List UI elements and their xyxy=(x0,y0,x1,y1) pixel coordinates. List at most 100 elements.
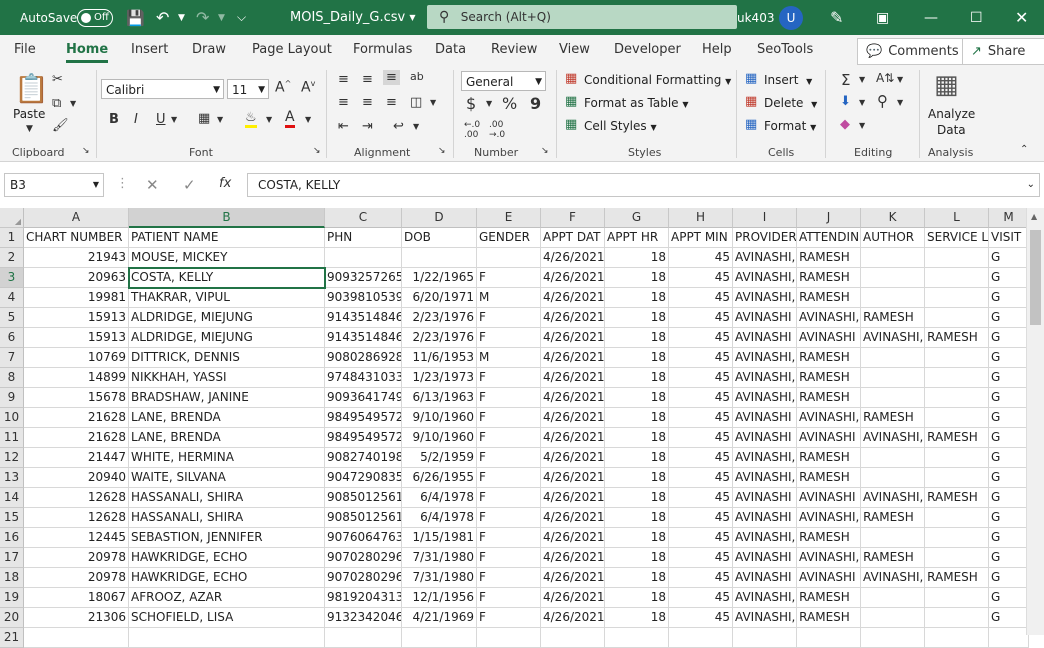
cell-c2[interactable] xyxy=(325,248,402,268)
cell-m18[interactable]: G xyxy=(989,568,1029,588)
cell-l2[interactable] xyxy=(925,248,989,268)
cell-g6[interactable]: 18 xyxy=(605,328,669,348)
cell-m5[interactable]: G xyxy=(989,308,1029,328)
tab-developer[interactable]: Developer xyxy=(614,35,681,66)
cell-m4[interactable]: G xyxy=(989,288,1029,308)
cell-styles-icon[interactable]: ▦ xyxy=(565,117,577,132)
cell-l3[interactable] xyxy=(925,268,989,288)
cell-g1[interactable]: APPT HR xyxy=(605,228,669,248)
insert-function-button[interactable]: fx xyxy=(219,176,231,191)
cell-i3[interactable]: AVINASHI, RAMESH xyxy=(733,268,850,288)
cell-g21[interactable] xyxy=(605,628,669,648)
copy-icon[interactable]: ⧉ xyxy=(52,96,61,111)
autosave-toggle[interactable]: Off xyxy=(77,0,113,35)
cell-b18[interactable]: HAWKRIDGE, ECHO xyxy=(129,568,325,588)
paste-dropdown-icon[interactable]: ▼ xyxy=(26,124,33,134)
wrap-text-icon[interactable]: ↩ xyxy=(393,119,404,134)
align-right-icon[interactable]: ≡ xyxy=(386,95,397,110)
cell-c1[interactable]: PHN xyxy=(325,228,402,248)
formula-input[interactable]: COSTA, KELLY ⌄ xyxy=(247,173,1040,197)
cell-styles-button[interactable]: Cell Styles ▼ xyxy=(584,119,657,133)
format-as-table-button[interactable]: Format as Table ▼ xyxy=(584,96,689,110)
cell-c3[interactable]: 9093257265 xyxy=(325,268,402,288)
cell-b15[interactable]: HASSANALI, SHIRA xyxy=(129,508,325,528)
cell-f19[interactable]: 4/26/2021 xyxy=(541,588,605,608)
cell-g16[interactable]: 18 xyxy=(605,528,669,548)
cell-f6[interactable]: 4/26/2021 xyxy=(541,328,605,348)
cell-m2[interactable]: G xyxy=(989,248,1029,268)
cell-h17[interactable]: 45 xyxy=(669,548,733,568)
cell-d15[interactable]: 6/4/1978 xyxy=(402,508,477,528)
tab-seotools[interactable]: SeoTools xyxy=(757,35,813,66)
cell-d18[interactable]: 7/31/1980 xyxy=(402,568,477,588)
italic-button[interactable]: I xyxy=(134,112,138,127)
cell-b20[interactable]: SCHOFIELD, LISA xyxy=(129,608,325,628)
cell-a17[interactable]: 20978 xyxy=(24,548,129,568)
font-color-dropdown-icon[interactable]: ▼ xyxy=(305,115,311,124)
file-name[interactable]: MOIS_Daily_G.csv ▼ xyxy=(290,0,416,35)
tab-help[interactable]: Help xyxy=(702,35,732,66)
cell-a18[interactable]: 20978 xyxy=(24,568,129,588)
cell-b3[interactable]: COSTA, KELLY xyxy=(129,268,325,288)
cell-a10[interactable]: 21628 xyxy=(24,408,129,428)
cell-d21[interactable] xyxy=(402,628,477,648)
row-header[interactable]: 14 xyxy=(0,488,24,508)
cell-f9[interactable]: 4/26/2021 xyxy=(541,388,605,408)
cell-i2[interactable]: AVINASHI, RAMESH xyxy=(733,248,850,268)
cell-k19[interactable] xyxy=(861,588,925,608)
row-header[interactable]: 21 xyxy=(0,628,24,648)
decrease-font-icon[interactable]: Av xyxy=(301,79,315,96)
cell-d16[interactable]: 1/15/1981 xyxy=(402,528,477,548)
redo-dropdown-icon[interactable]: ▼ xyxy=(218,0,225,35)
cell-f15[interactable]: 4/26/2021 xyxy=(541,508,605,528)
cell-m15[interactable]: G xyxy=(989,508,1029,528)
cell-h11[interactable]: 45 xyxy=(669,428,733,448)
save-icon[interactable]: 💾 xyxy=(126,0,145,35)
cell-e21[interactable] xyxy=(477,628,541,648)
tab-file[interactable]: File xyxy=(14,35,36,66)
cell-j1[interactable]: ATTENDIN xyxy=(797,228,861,248)
format-cells-icon[interactable]: ▦ xyxy=(745,117,757,132)
row-header[interactable]: 6 xyxy=(0,328,24,348)
analyze-data-icon[interactable]: ▦ xyxy=(934,70,959,100)
insert-cells-icon[interactable]: ▦ xyxy=(745,71,757,86)
cell-m9[interactable]: G xyxy=(989,388,1029,408)
cell-e15[interactable]: F xyxy=(477,508,541,528)
cell-c16[interactable]: 9076064763 xyxy=(325,528,402,548)
cell-i21[interactable] xyxy=(733,628,797,648)
cell-l13[interactable] xyxy=(925,468,989,488)
cell-h16[interactable]: 45 xyxy=(669,528,733,548)
cell-e12[interactable]: F xyxy=(477,448,541,468)
cell-d6[interactable]: 2/23/1976 xyxy=(402,328,477,348)
cell-g2[interactable]: 18 xyxy=(605,248,669,268)
cell-i7[interactable]: AVINASHI, RAMESH xyxy=(733,348,850,368)
column-header-d[interactable]: D xyxy=(402,208,477,228)
cell-d1[interactable]: DOB xyxy=(402,228,477,248)
cell-c19[interactable]: 9819204313 xyxy=(325,588,402,608)
percent-button[interactable]: % xyxy=(502,94,517,113)
cell-m1[interactable]: VISIT xyxy=(989,228,1029,248)
cut-icon[interactable]: ✂ xyxy=(52,72,63,87)
cell-m17[interactable]: G xyxy=(989,548,1029,568)
cell-d10[interactable]: 9/10/1960 xyxy=(402,408,477,428)
cell-l19[interactable] xyxy=(925,588,989,608)
cell-l8[interactable] xyxy=(925,368,989,388)
cell-k13[interactable] xyxy=(861,468,925,488)
cell-k1[interactable]: AUTHOR xyxy=(861,228,925,248)
cell-i13[interactable]: AVINASHI, RAMESH xyxy=(733,468,850,488)
cell-h19[interactable]: 45 xyxy=(669,588,733,608)
cell-g9[interactable]: 18 xyxy=(605,388,669,408)
format-cells-button[interactable]: Format ▼ xyxy=(764,119,816,133)
cell-c12[interactable]: 9082740198 xyxy=(325,448,402,468)
cell-i6[interactable]: AVINASHI xyxy=(733,328,797,348)
cell-m7[interactable]: G xyxy=(989,348,1029,368)
clear-dropdown-icon[interactable]: ▼ xyxy=(859,121,865,130)
cell-k9[interactable] xyxy=(861,388,925,408)
cell-l12[interactable] xyxy=(925,448,989,468)
cell-m13[interactable]: G xyxy=(989,468,1029,488)
paste-label[interactable]: Paste xyxy=(13,107,45,121)
row-header[interactable]: 3 xyxy=(0,268,24,288)
fill-icon[interactable]: ⬇ xyxy=(840,94,851,109)
cell-b21[interactable] xyxy=(129,628,325,648)
cell-d2[interactable] xyxy=(402,248,477,268)
